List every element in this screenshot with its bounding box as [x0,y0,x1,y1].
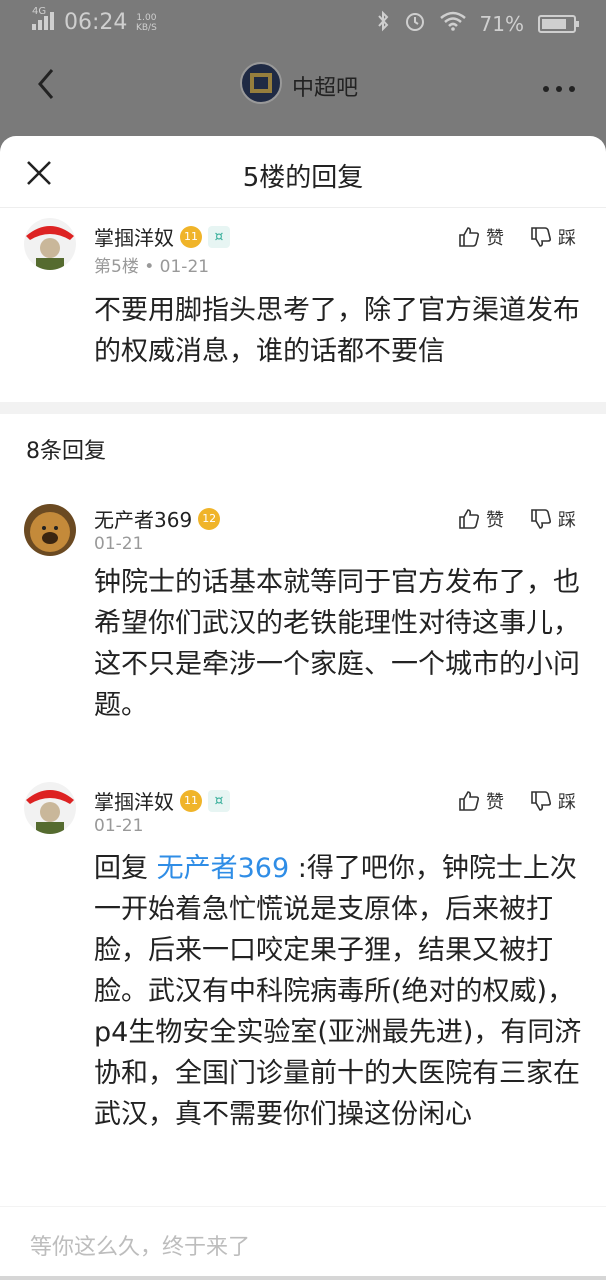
reply-input-placeholder[interactable]: 等你这么久，终于来了 [30,1229,250,1261]
level-badge: 11 [180,225,202,248]
alarm-icon [404,10,426,37]
sheet-header: 5楼的回复 [0,136,606,208]
avatar[interactable] [24,504,76,556]
avatar[interactable] [24,782,76,834]
back-button[interactable] [32,64,62,104]
reply-meta: 01-21 [94,816,143,836]
forum-logo[interactable] [240,62,282,104]
dislike-button[interactable]: 踩 [530,788,576,814]
status-left: 4G 06:24 1.00 KB/S [32,6,159,35]
clock: 06:24 [64,10,128,35]
net-speed-unit: KB/S [135,22,157,33]
post-meta: 第5楼 • 01-21 [94,252,209,277]
more-button[interactable] [542,74,576,99]
section-divider [0,402,606,414]
thumbs-down-icon [531,509,552,529]
thumbs-up-icon [459,509,480,529]
reply-meta: 01-21 [94,534,143,554]
member-badge-icon: ¤ [208,789,230,812]
post-content: 不要用脚指头思考了，除了官方渠道发布的权威消息，谁的话都不要信 [94,295,580,367]
battery-percent: 71% [479,11,524,36]
author-name[interactable]: 掌掴洋奴 [94,786,174,815]
like-label: 赞 [486,792,504,813]
reply-input-bar[interactable]: 等你这么久，终于来了 [0,1206,606,1280]
forum-name[interactable]: 中超吧 [292,70,358,102]
dislike-button[interactable]: 踩 [530,224,576,250]
like-button[interactable]: 赞 [458,506,504,532]
like-label: 赞 [486,510,504,531]
like-label: 赞 [486,228,504,249]
reply-content: 回复 无产者369 :得了吧你，钟院士上次一开始着急忙慌说是支原体，后来被打脸，… [94,848,584,1135]
reply-text: :得了吧你，钟院士上次一开始着急忙慌说是支原体，后来被打脸，后来一口咬定果子狸，… [94,853,582,1130]
sheet-title: 5楼的回复 [242,163,364,193]
author-row: 掌掴洋奴 11 ¤ [94,222,230,251]
bottom-divider [0,1276,606,1280]
author-row: 掌掴洋奴 11 ¤ [94,786,230,815]
thumbs-down-icon [531,227,552,247]
like-button[interactable]: 赞 [458,224,504,250]
status-right: 71% [376,10,579,37]
more-dots-icon [543,86,575,92]
reply-prefix: 回复 [94,853,148,884]
net-speed-value: 1.00 [136,12,157,23]
author-name[interactable]: 无产者369 [94,504,192,533]
reply-date: 01-21 [94,534,144,554]
avatar[interactable] [24,218,76,270]
thumbs-up-icon [459,791,480,811]
reply-item: 无产者369 12 01-21 赞 踩 钟院士的话基本就等同于官方发布了，也希望… [0,496,606,726]
reply-count: 8条回复 [26,439,106,464]
thumbs-up-icon [459,227,480,247]
bluetooth-icon [376,10,390,37]
network-type: 4G [32,6,47,17]
level-badge: 12 [198,507,221,530]
reply-sheet: 5楼的回复 掌掴洋奴 11 ¤ 第5楼 • 01-21 赞 踩 不要用脚指头思考… [0,136,606,1280]
level-badge: 11 [180,789,202,812]
dislike-label: 踩 [558,510,576,531]
reply-content: 钟院士的话基本就等同于官方发布了，也希望你们武汉的老铁能理性对待这事儿，这不只是… [94,567,580,721]
floor-number: 第5楼 [94,257,139,277]
status-bar: 4G 06:24 1.00 KB/S 71% [0,0,606,48]
battery-icon [538,14,579,33]
forum-topbar: 中超吧 [0,50,606,120]
author-name[interactable]: 掌掴洋奴 [94,222,174,251]
like-button[interactable]: 赞 [458,788,504,814]
member-badge-icon: ¤ [208,225,230,248]
net-speed: 1.00 KB/S [133,13,159,33]
dislike-button[interactable]: 踩 [530,506,576,532]
meta-dot: • [144,257,160,277]
wifi-icon [439,11,466,36]
dislike-label: 踩 [558,228,576,249]
author-row: 无产者369 12 [94,504,221,533]
mention-link[interactable]: 无产者369 [157,853,290,884]
chevron-left-icon [38,69,54,99]
reply-item: 掌掴洋奴 11 ¤ 01-21 赞 踩 回复 无产者369 :得了吧你，钟院士上… [0,778,606,1198]
thumbs-down-icon [531,791,552,811]
post-date: 01-21 [159,257,210,277]
reply-date: 01-21 [94,816,144,836]
main-post: 掌掴洋奴 11 ¤ 第5楼 • 01-21 赞 踩 不要用脚指头思考了，除了官方… [0,214,606,402]
dislike-label: 踩 [558,792,576,813]
